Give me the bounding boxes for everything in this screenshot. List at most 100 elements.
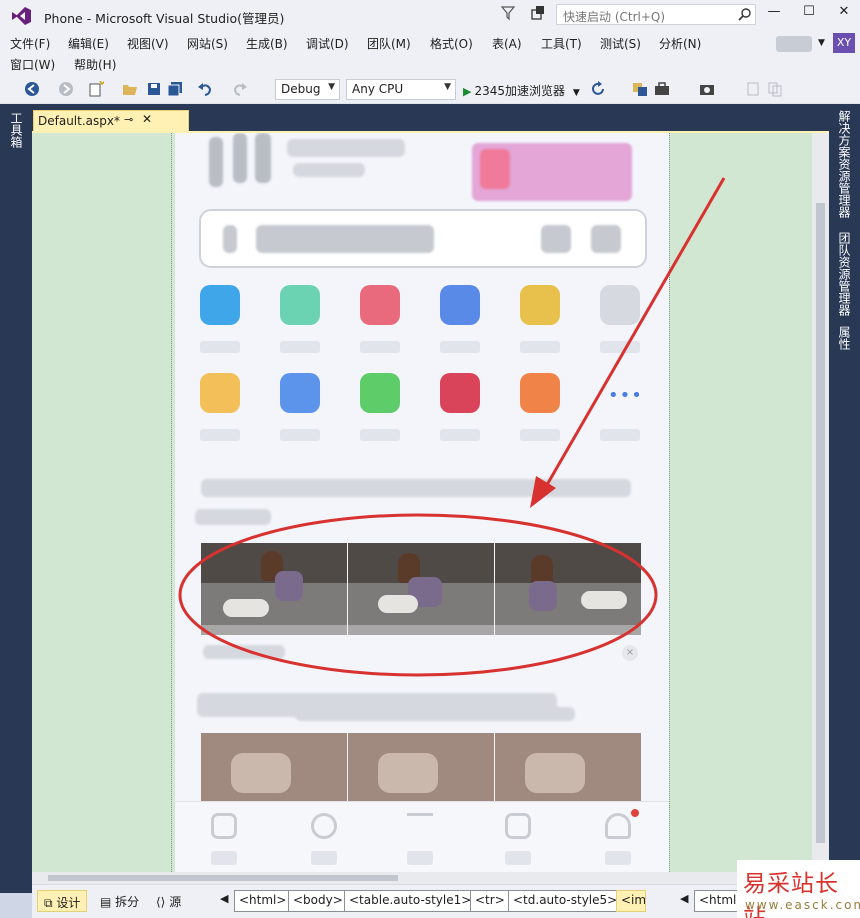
crumb-table[interactable]: <table.auto-style1> <box>344 890 477 912</box>
feed-photo-6[interactable] <box>495 733 641 803</box>
app-icon-3[interactable] <box>360 285 400 325</box>
user-avatar[interactable]: XY <box>833 33 855 53</box>
voice-icon[interactable] <box>591 225 621 253</box>
menu-analyze[interactable]: 分析(N) <box>659 35 701 52</box>
open-folder-icon[interactable] <box>122 81 138 97</box>
menu-team[interactable]: 团队(M) <box>367 35 411 52</box>
nav-profile-icon[interactable] <box>605 813 631 839</box>
toolbox-tab[interactable]: 工具箱 <box>9 112 23 148</box>
camera-icon[interactable] <box>541 225 571 253</box>
new-item-icon[interactable] <box>88 81 104 97</box>
feedback-filter-icon[interactable] <box>500 5 516 21</box>
design-view-button[interactable]: ⧉ 设计 <box>37 890 88 912</box>
dismiss-feed-icon[interactable]: × <box>622 645 638 661</box>
crumb-html[interactable]: <html> <box>234 890 292 912</box>
app-label <box>440 429 480 441</box>
solution-explorer-tab[interactable]: 解决方案资源管理器 <box>837 110 851 218</box>
back-icon[interactable] <box>24 81 40 97</box>
menu-tools[interactable]: 工具(T) <box>541 35 582 52</box>
crumb-body[interactable]: <body> <box>288 890 348 912</box>
notification-icon[interactable] <box>530 5 546 21</box>
left-tool-strip: 工具箱 <box>0 104 32 893</box>
menu-build[interactable]: 生成(B) <box>246 35 288 52</box>
copy-icon[interactable] <box>767 81 783 97</box>
app-icon-8[interactable] <box>280 373 320 413</box>
horizontal-scrollbar[interactable] <box>32 872 812 884</box>
split-view-button[interactable]: ▤ 拆分 <box>94 890 145 912</box>
menu-test[interactable]: 测试(S) <box>600 35 641 52</box>
nav-video-icon[interactable] <box>311 813 337 839</box>
app-icon-7[interactable] <box>200 373 240 413</box>
design-surface[interactable]: ••• × <box>32 133 829 872</box>
menu-window[interactable]: 窗口(W) <box>10 56 55 73</box>
feed-photo-1[interactable] <box>201 543 347 635</box>
solution-platform-select[interactable]: Any CPU ▼ <box>346 79 456 100</box>
maximize-button[interactable]: ☐ <box>798 4 820 24</box>
search-input[interactable] <box>199 209 647 268</box>
app-label <box>600 341 640 353</box>
nav-task-icon[interactable] <box>407 813 433 839</box>
table-guide-right <box>669 133 670 872</box>
search-icon[interactable] <box>738 7 752 21</box>
tab-default-aspx[interactable]: Default.aspx* ⊸ ✕ <box>33 110 189 132</box>
save-icon[interactable] <box>146 81 162 97</box>
nav-label <box>407 851 433 865</box>
forward-icon[interactable] <box>58 81 74 97</box>
refresh-icon[interactable] <box>590 81 606 97</box>
app-icon-11[interactable] <box>520 373 560 413</box>
team-explorer-tab[interactable]: 团队资源管理器 <box>837 232 851 316</box>
vertical-scrollbar[interactable] <box>812 133 829 872</box>
crumb-tr[interactable]: <tr> <box>470 890 510 912</box>
app-icon-6[interactable] <box>600 285 640 325</box>
nav-home-icon[interactable] <box>211 813 237 839</box>
app-icon-9[interactable] <box>360 373 400 413</box>
menu-file[interactable]: 文件(F) <box>10 35 50 52</box>
more-apps-icon[interactable]: ••• <box>608 385 643 406</box>
menu-help[interactable]: 帮助(H) <box>74 56 116 73</box>
source-view-button[interactable]: ⟨⟩ 源 <box>150 890 187 912</box>
redo-icon[interactable] <box>232 81 248 97</box>
feed-photo-2[interactable] <box>348 543 494 635</box>
save-all-icon[interactable] <box>167 81 183 97</box>
minimize-button[interactable]: — <box>763 4 785 24</box>
undo-icon[interactable] <box>197 81 213 97</box>
solution-configuration-select[interactable]: Debug ▼ <box>275 79 340 100</box>
app-label <box>520 341 560 353</box>
app-icon-10[interactable] <box>440 373 480 413</box>
quick-launch-input[interactable]: 快速启动 (Ctrl+Q) <box>556 4 756 25</box>
app-icon-1[interactable] <box>200 285 240 325</box>
menu-table[interactable]: 表(A) <box>492 35 522 52</box>
document-icon[interactable] <box>745 81 761 97</box>
properties-tab[interactable]: 属性 <box>837 326 851 350</box>
tag-nav-right-icon[interactable]: ◀ <box>680 892 688 905</box>
chevron-down-icon[interactable]: ▼ <box>818 38 825 48</box>
menu-debug[interactable]: 调试(D) <box>306 35 349 52</box>
menu-website[interactable]: 网站(S) <box>187 35 228 52</box>
app-label <box>440 341 480 353</box>
tag-nav-left-icon[interactable]: ◀ <box>220 892 228 905</box>
menu-view[interactable]: 视图(V) <box>127 35 169 52</box>
feed-headline[interactable] <box>201 479 631 497</box>
start-debugging-button[interactable]: ▶ 2345加速浏览器 ▼ <box>463 82 580 99</box>
menu-edit[interactable]: 编辑(E) <box>68 35 109 52</box>
pin-icon[interactable]: ⊸ <box>124 113 133 126</box>
close-window-button[interactable]: ✕ <box>833 4 855 24</box>
crumb-img[interactable]: <im <box>616 890 646 912</box>
toolbox-icon[interactable] <box>654 81 670 97</box>
app-icon-2[interactable] <box>280 285 320 325</box>
feed-photo-5[interactable] <box>348 733 494 803</box>
watermark-url: www.easck.com <box>745 898 860 912</box>
browser-link-icon[interactable] <box>632 81 648 97</box>
phone-page-preview[interactable]: ••• × <box>175 133 669 872</box>
user-name[interactable] <box>776 36 812 52</box>
feed-photo-3[interactable] <box>495 543 641 635</box>
app-icon-4[interactable] <box>440 285 480 325</box>
crumb-td[interactable]: <td.auto-style5> <box>508 890 623 912</box>
menu-format[interactable]: 格式(O) <box>430 35 473 52</box>
feed-photo-4[interactable] <box>201 733 347 803</box>
camera-icon[interactable] <box>699 81 715 97</box>
app-icon-5[interactable] <box>520 285 560 325</box>
close-tab-icon[interactable]: ✕ <box>142 112 152 126</box>
app-label <box>280 429 320 441</box>
nav-novel-icon[interactable] <box>505 813 531 839</box>
